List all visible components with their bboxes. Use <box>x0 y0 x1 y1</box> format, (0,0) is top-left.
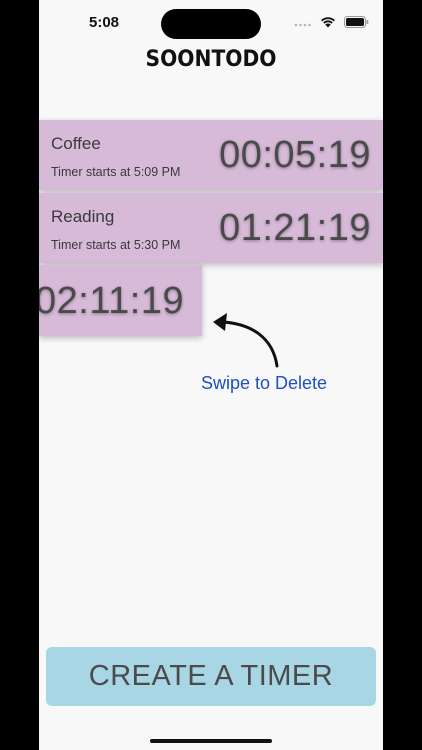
curved-arrow-icon <box>207 308 283 379</box>
create-timer-button[interactable]: CREATE A TIMER <box>46 647 376 706</box>
app-screen: 5:08 SOONTODO Coffee Timer starts at 5:0… <box>39 0 383 750</box>
status-time: 5:08 <box>89 14 120 31</box>
timer-start-time: Timer starts at 5:09 PM <box>51 165 181 179</box>
timer-countdown: 02:11:19 <box>39 280 185 322</box>
home-indicator[interactable] <box>150 739 272 743</box>
timer-name: Coffee <box>51 134 101 153</box>
app-title: SOONTODO <box>145 47 277 72</box>
timer-name: Reading <box>51 207 115 226</box>
wifi-icon <box>320 16 336 28</box>
status-icons <box>294 16 369 28</box>
swipe-to-delete-hint: Swipe to Delete <box>201 373 328 393</box>
signal-icon <box>294 17 312 28</box>
timer-row-reading[interactable]: Reading Timer starts at 5:30 PM 01:21:19 <box>39 193 383 263</box>
dynamic-island <box>161 9 261 39</box>
timer-row-swiped[interactable]: 02:11:19 <box>39 265 202 336</box>
battery-icon <box>344 16 369 28</box>
timer-countdown: 00:05:19 <box>219 134 371 176</box>
timer-start-time: Timer starts at 5:30 PM <box>51 238 181 252</box>
timer-row-coffee[interactable]: Coffee Timer starts at 5:09 PM 00:05:19 <box>39 120 383 190</box>
timer-countdown: 01:21:19 <box>219 207 371 249</box>
